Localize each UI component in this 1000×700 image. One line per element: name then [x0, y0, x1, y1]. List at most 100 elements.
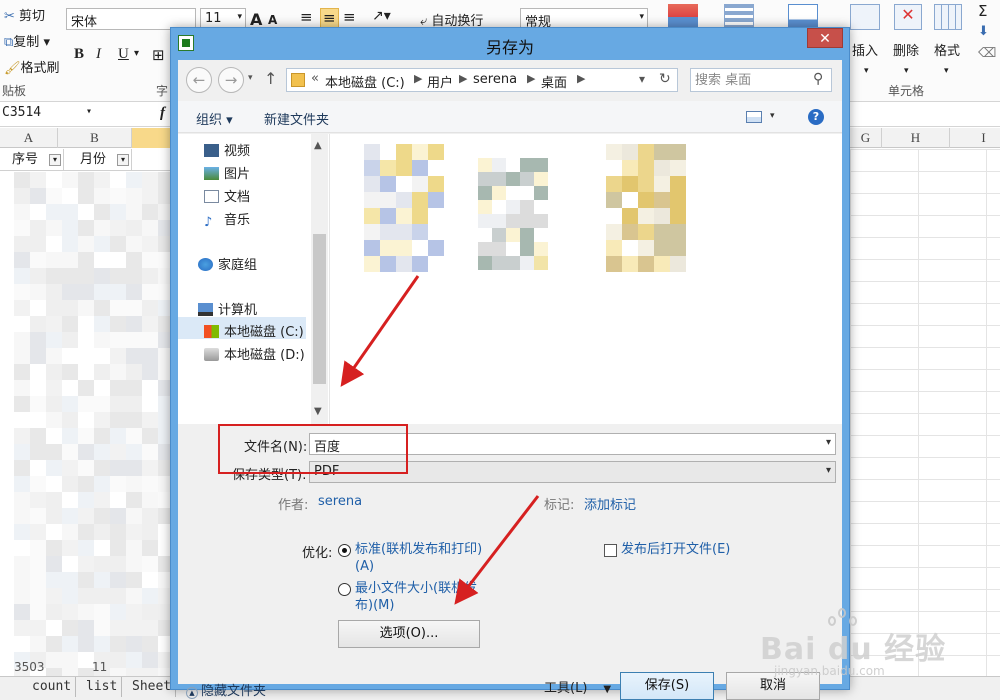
nav-item-pictures[interactable]: 图片	[204, 163, 250, 182]
save-button[interactable]: 保存(S)	[620, 672, 714, 700]
align-middle-icon[interactable]: ≡	[320, 8, 339, 28]
pixel-block	[670, 144, 686, 160]
tools-button[interactable]: 工具(L) ▼	[544, 677, 611, 696]
help-icon[interactable]: ?	[808, 109, 824, 125]
column-header-a[interactable]: A	[0, 128, 58, 148]
address-segment-drive[interactable]: 本地磁盘 (C:)	[325, 72, 405, 91]
align-bottom-icon[interactable]: ≡	[343, 8, 356, 26]
insert-button[interactable]: 插入	[852, 40, 878, 59]
nav-item-drive-d[interactable]: 本地磁盘 (D:)	[204, 344, 305, 363]
scroll-down-icon[interactable]: ▼	[314, 406, 322, 417]
name-box[interactable]: C3514 ▾	[0, 105, 100, 125]
format-button[interactable]: 格式	[934, 40, 960, 59]
optimize-standard-label[interactable]: 标准(联机发布和打印)(A)	[355, 541, 487, 575]
organize-button[interactable]: 组织 ▾	[196, 109, 233, 128]
view-icon[interactable]	[746, 111, 762, 123]
forward-arrow-icon[interactable]: →	[218, 67, 244, 93]
scrollbar-thumb[interactable]	[313, 234, 326, 384]
format-dropdown-icon[interactable]: ▾	[944, 66, 949, 76]
header-cell-serial[interactable]: 序号 ▾	[0, 149, 64, 171]
pixel-block	[94, 332, 110, 348]
clear-icon[interactable]: ⌫	[978, 46, 996, 61]
pixel-block	[428, 208, 444, 224]
pixel-block	[94, 444, 110, 460]
recent-locations-icon[interactable]: ▾	[248, 73, 253, 83]
refresh-icon[interactable]: ↻	[659, 71, 671, 87]
pixel-block	[78, 588, 94, 604]
new-folder-button[interactable]: 新建文件夹	[264, 109, 329, 128]
author-value[interactable]: serena	[318, 494, 362, 509]
options-button[interactable]: 选项(O)...	[338, 620, 480, 648]
sheet-tab-count[interactable]: count	[28, 677, 77, 697]
search-icon[interactable]: ⚲	[813, 71, 823, 87]
copy-button[interactable]: ⧉复制 ▾	[4, 31, 50, 50]
up-arrow-icon[interactable]: ↑	[264, 69, 277, 88]
address-dropdown-icon[interactable]: ▾	[639, 72, 645, 86]
cut-button[interactable]: ✂ 剪切	[4, 5, 45, 24]
scroll-up-icon[interactable]: ▲	[314, 140, 322, 151]
nav-item-computer[interactable]: 计算机	[198, 299, 257, 318]
filter-dropdown-icon[interactable]: ▾	[117, 154, 129, 166]
italic-button[interactable]: I	[96, 46, 101, 63]
breadcrumb-separator-icon[interactable]: ▶	[527, 72, 535, 85]
column-header-b[interactable]: B	[58, 128, 132, 148]
optimize-standard-radio[interactable]	[338, 544, 351, 557]
breadcrumb-separator-icon[interactable]: ▶	[459, 72, 467, 85]
nav-item-drive-c[interactable]: 本地磁盘 (C:)	[204, 321, 304, 340]
format-painter-button[interactable]: 🖌格式刷	[4, 57, 60, 76]
breadcrumb-separator-icon[interactable]: ▶	[577, 72, 585, 85]
pixel-block	[110, 444, 126, 460]
back-arrow-icon[interactable]: ←	[186, 67, 212, 93]
underline-dropdown-icon[interactable]: ▾	[134, 48, 139, 59]
save-type-dropdown-icon[interactable]: ▾	[826, 465, 831, 476]
address-segment-users[interactable]: 用户	[427, 72, 453, 91]
optimize-minimum-label[interactable]: 最小文件大小(联机发布)(M)	[355, 580, 483, 614]
file-thumbnail[interactable]	[478, 158, 548, 270]
nav-pane-scrollbar[interactable]: ▲ ▼	[311, 134, 328, 424]
sheet-tab-list[interactable]: list	[82, 677, 123, 697]
address-bar[interactable]: « 本地磁盘 (C:) ▶ 用户 ▶ serena ▶ 桌面 ▶ ▾ ↻	[286, 68, 678, 92]
delete-button[interactable]: 删除	[893, 40, 919, 59]
view-dropdown-icon[interactable]: ▾	[770, 111, 775, 121]
fill-icon[interactable]: ⬇	[978, 24, 989, 39]
column-header-h[interactable]: H	[882, 128, 950, 148]
open-after-publish-checkbox[interactable]	[604, 544, 617, 557]
nav-item-documents[interactable]: 文档	[204, 186, 250, 205]
address-chevron[interactable]: «	[311, 71, 319, 86]
address-segment-serena[interactable]: serena	[473, 72, 517, 87]
nav-item-music[interactable]: ♪ 音乐	[204, 209, 250, 229]
insert-dropdown-icon[interactable]: ▾	[864, 66, 869, 76]
optimize-minimum-radio[interactable]	[338, 583, 351, 596]
autosum-icon[interactable]: Σ	[978, 2, 987, 20]
close-button[interactable]: ✕	[807, 28, 843, 48]
hide-folders-toggle[interactable]: ▲ 隐藏文件夹	[186, 680, 266, 699]
orientation-icon[interactable]: ↗▾	[372, 8, 391, 24]
nav-item-videos[interactable]: 视频	[204, 140, 250, 159]
border-icon[interactable]: ⊞	[152, 46, 165, 64]
header-cell-month[interactable]: 月份 ▾	[64, 149, 132, 171]
breadcrumb-separator-icon[interactable]: ▶	[414, 72, 422, 85]
dialog-title-bar[interactable]: 另存为 ✕	[171, 28, 849, 60]
bold-button[interactable]: B	[74, 46, 84, 63]
column-header-g[interactable]: G	[850, 128, 882, 148]
column-header-i[interactable]: I	[950, 128, 1000, 148]
pixel-block	[14, 380, 30, 396]
file-thumbnail[interactable]	[364, 144, 444, 274]
sheet-tab-sheet[interactable]: Sheet	[128, 677, 177, 697]
tags-value[interactable]: 添加标记	[584, 494, 636, 513]
function-icon[interactable]: f	[160, 105, 165, 122]
delete-dropdown-icon[interactable]: ▾	[904, 66, 909, 76]
filter-dropdown-icon[interactable]: ▾	[49, 154, 61, 166]
nav-item-homegroup[interactable]: 家庭组	[198, 254, 257, 273]
file-name-dropdown-icon[interactable]: ▾	[826, 437, 831, 448]
shrink-font-button[interactable]: A	[268, 13, 277, 27]
file-thumbnail[interactable]	[606, 144, 686, 274]
open-after-publish-label[interactable]: 发布后打开文件(E)	[621, 541, 730, 558]
pixel-block	[492, 228, 506, 242]
address-segment-desktop[interactable]: 桌面	[541, 72, 567, 91]
column-header-c[interactable]	[132, 128, 172, 148]
search-input[interactable]	[695, 71, 807, 89]
underline-button[interactable]: U	[118, 46, 129, 63]
align-top-icon[interactable]: ≡	[300, 8, 313, 26]
pixel-block	[78, 380, 94, 396]
